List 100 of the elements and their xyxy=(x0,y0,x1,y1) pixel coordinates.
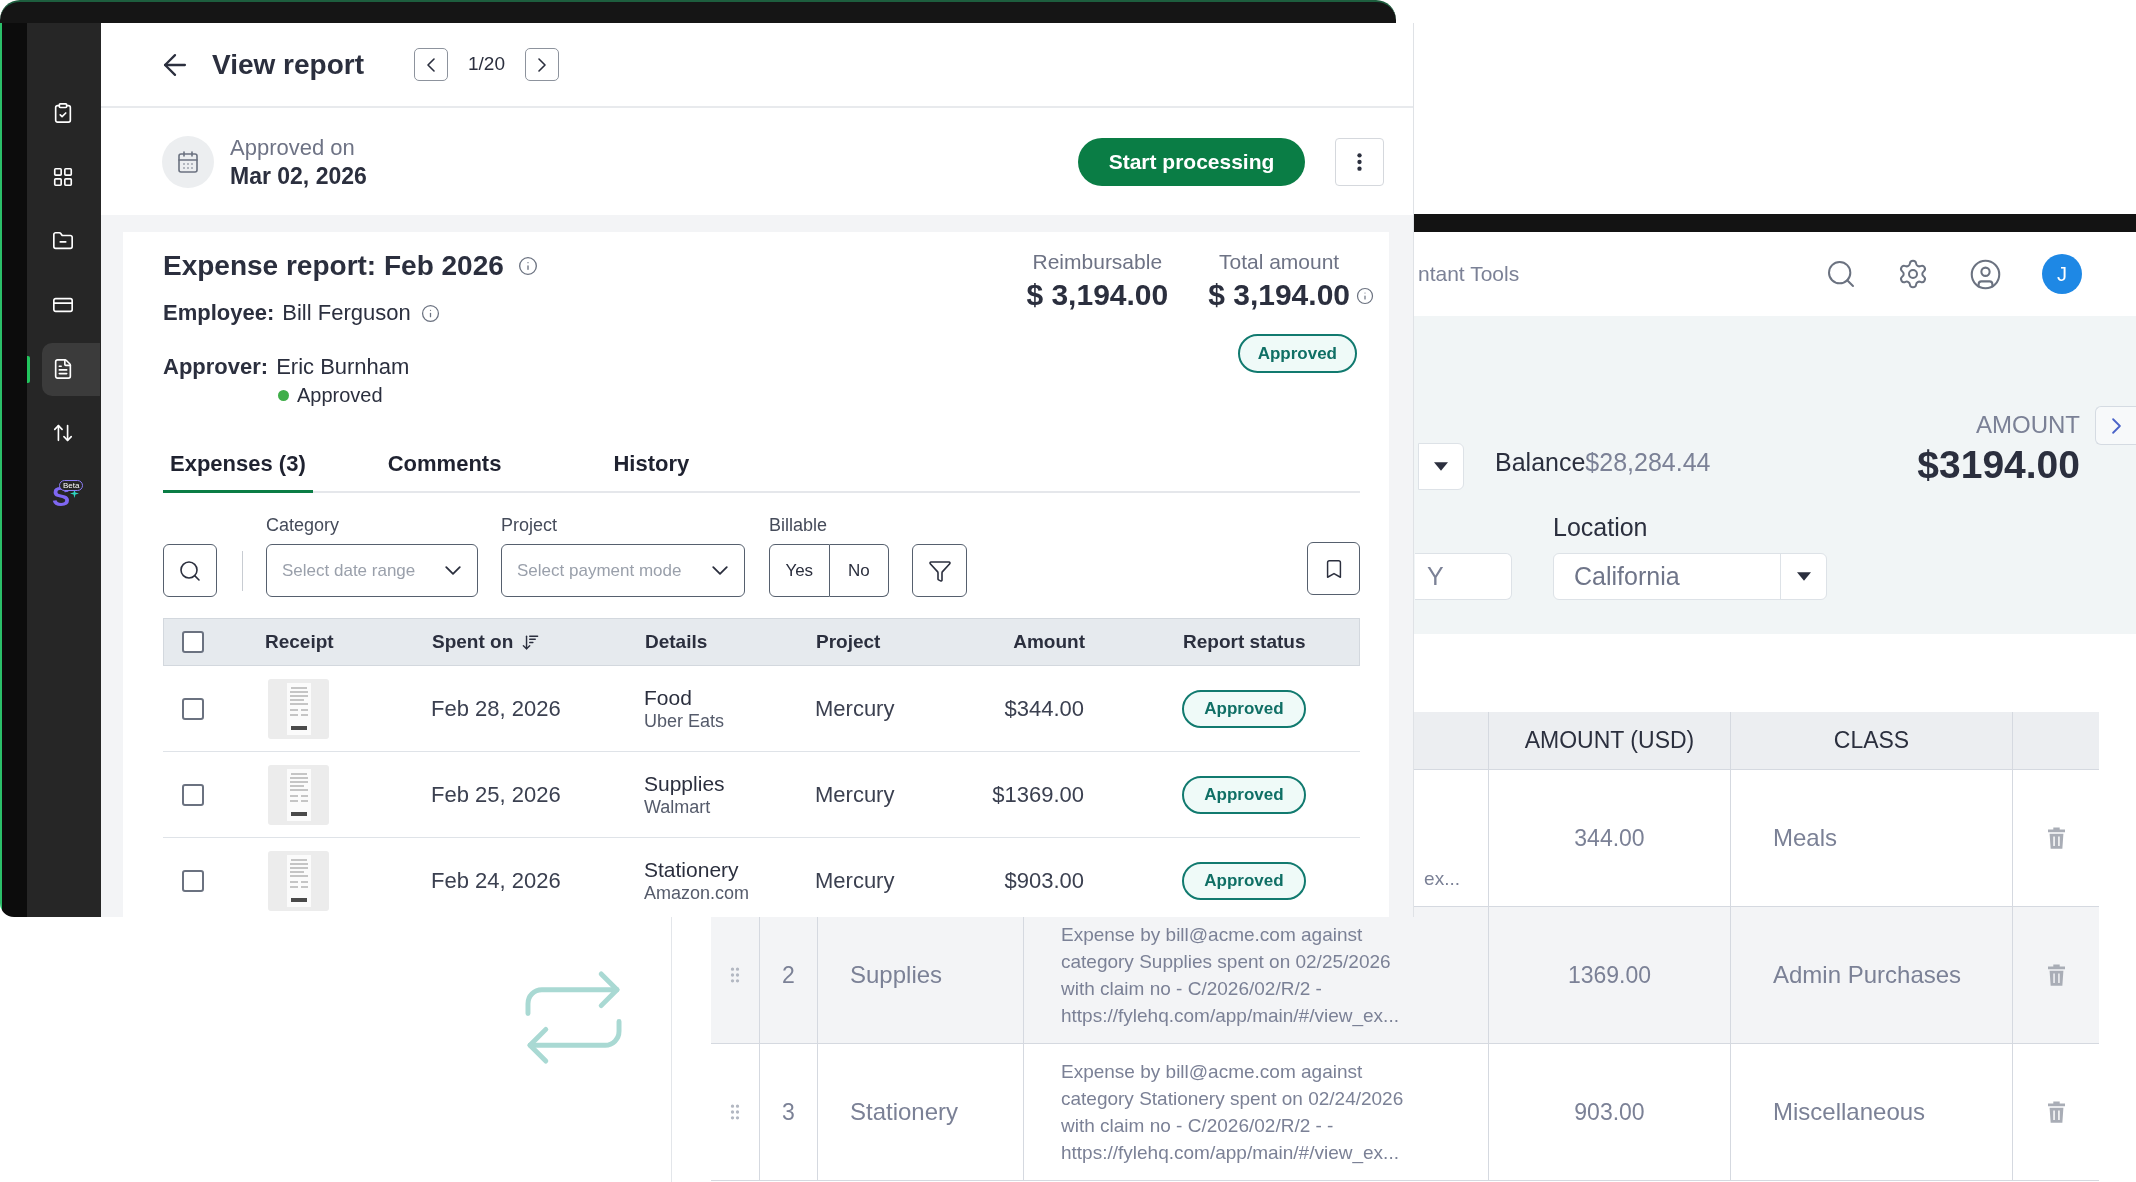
total-label: Total amount xyxy=(1218,249,1340,275)
more-vertical-icon xyxy=(1357,151,1362,172)
search-icon xyxy=(178,558,202,583)
expense-category: Stationery xyxy=(850,1097,959,1127)
expense-amount: $1369.00 xyxy=(992,781,1084,809)
column-header: Project xyxy=(816,629,881,654)
column-header: Report status xyxy=(1183,629,1306,654)
caret-down-icon xyxy=(1796,572,1811,581)
grid-icon xyxy=(52,166,74,188)
merchant-name: Amazon.com xyxy=(644,882,750,904)
expense-category: Stationery xyxy=(644,857,739,882)
spent-on-date: Feb 28, 2026 xyxy=(431,696,561,721)
filter-label: Billable xyxy=(769,514,829,536)
sidebar-item[interactable] xyxy=(42,342,100,396)
expense-class: Meals xyxy=(1773,823,1838,853)
merchant-name: Walmart xyxy=(644,796,711,818)
column-header: AMOUNT (USD) xyxy=(1524,726,1695,756)
receipt-icon xyxy=(268,764,329,825)
info-icon[interactable] xyxy=(420,303,440,323)
total-label: Reimbursable xyxy=(1032,249,1163,275)
approved-date: Mar 02, 2026 xyxy=(230,161,367,190)
column-header: CLASS xyxy=(1833,726,1910,756)
input-field[interactable]: Y xyxy=(1415,553,1512,600)
expense-description: Expense by bill@acme.com against category Supplies spent on 02/25/2026 with claim no - C/2026/02/R/2 - https://fylehq.com/app/main/#/view_ex... xyxy=(1061,923,1399,1029)
previous-button[interactable] xyxy=(414,48,448,81)
expense-amount: $344.00 xyxy=(1004,695,1084,723)
tab[interactable]: History xyxy=(606,450,697,493)
amount-value: $3194.00 xyxy=(1917,442,2080,488)
tab[interactable]: Expenses (3) xyxy=(163,450,313,493)
page-title: View report xyxy=(212,47,364,82)
approver-label: Approver: xyxy=(163,353,269,381)
approved-label: Approved on xyxy=(230,133,356,162)
caret-down-icon xyxy=(1434,462,1448,471)
column-header: Receipt xyxy=(265,629,334,654)
sort-icon[interactable] xyxy=(521,632,541,652)
row-checkbox[interactable] xyxy=(182,697,204,720)
start-processing-button[interactable]: Start processing xyxy=(1078,137,1305,186)
dropdown-toggle[interactable] xyxy=(1418,443,1464,490)
receipt-icon xyxy=(268,850,329,911)
employee-label: Employee: xyxy=(163,299,275,327)
expense-amount: 1369.00 xyxy=(1567,960,1652,990)
expense-category: Food xyxy=(644,685,692,710)
project-name: Mercury xyxy=(815,868,895,893)
select-all-checkbox[interactable] xyxy=(182,631,204,653)
project-name: Mercury xyxy=(815,696,895,721)
active-indicator xyxy=(27,355,30,383)
chevron-right-icon xyxy=(537,57,546,72)
filter-label: Category xyxy=(266,514,341,536)
bookmark-button[interactable] xyxy=(1307,542,1360,595)
balance-value: $28,284.44 xyxy=(1585,446,1711,478)
chevron-down-icon xyxy=(445,566,461,575)
search-icon[interactable] xyxy=(1825,258,1857,290)
row-checkbox[interactable] xyxy=(182,783,204,806)
info-icon[interactable] xyxy=(1356,287,1374,305)
column-header: Amount xyxy=(1013,629,1085,654)
approver-status: Approved xyxy=(297,383,383,408)
settings-icon[interactable] xyxy=(1897,258,1929,290)
row-checkbox[interactable] xyxy=(182,869,204,892)
spent-on-date: Feb 24, 2026 xyxy=(431,868,561,893)
receipt-icon xyxy=(268,678,329,739)
column-header: Details xyxy=(645,629,708,654)
location-label: Location xyxy=(1553,513,1648,541)
expense-category: Supplies xyxy=(644,771,725,796)
expense-class: Admin Purchases xyxy=(1773,960,1962,990)
chevron-left-icon xyxy=(427,57,435,72)
spent-on-date: Feb 25, 2026 xyxy=(431,782,561,807)
user-circle-icon[interactable] xyxy=(1969,257,2002,291)
expense-class: Miscellaneous xyxy=(1773,1097,1926,1127)
filter-label: Project xyxy=(501,514,559,536)
status-badge: Approved xyxy=(1182,775,1306,814)
user-avatar[interactable]: J xyxy=(2042,254,2082,294)
expense-description: Expense by bill@acme.com against category Stationery spent on 02/24/2026 with claim no - C/2026/02/R/2 - - https://fylehq.com/app/main/#/view_ex... xyxy=(1061,1060,1404,1166)
calendar-icon xyxy=(162,135,214,188)
row-number: 3 xyxy=(782,1097,795,1127)
header-title: ntant Tools xyxy=(1418,261,1520,288)
document-icon xyxy=(52,358,74,380)
up-down-arrows-icon xyxy=(52,422,74,444)
repeat-arrows-icon xyxy=(524,970,623,1065)
row-number: 2 xyxy=(782,960,795,990)
search-button[interactable] xyxy=(163,544,217,597)
toggle-option[interactable]: Yes xyxy=(769,544,830,597)
toggle-option[interactable]: No xyxy=(829,544,889,597)
report-title: Expense report: Feb 2026 xyxy=(163,249,504,283)
total-value: $ 3,194.00 xyxy=(1026,277,1169,313)
merchant-name: Uber Eats xyxy=(644,710,725,732)
location-select[interactable]: California xyxy=(1553,553,1827,600)
status-badge: Approved xyxy=(1182,861,1306,900)
chevron-right-icon xyxy=(2111,417,2121,434)
tab[interactable]: Comments xyxy=(380,450,509,493)
clipboard-check-icon xyxy=(52,102,74,124)
column-header: Spent on xyxy=(432,629,514,654)
filter-button[interactable] xyxy=(912,544,967,597)
filter-icon xyxy=(927,558,952,583)
approver-name: Eric Burnham xyxy=(276,353,410,381)
info-icon[interactable] xyxy=(517,256,538,276)
project-name: Mercury xyxy=(815,782,895,807)
total-value: $ 3,194.00 xyxy=(1208,277,1350,313)
employee-name: Bill Ferguson xyxy=(282,299,411,327)
folder-icon xyxy=(52,230,74,252)
next-button[interactable] xyxy=(524,48,559,81)
